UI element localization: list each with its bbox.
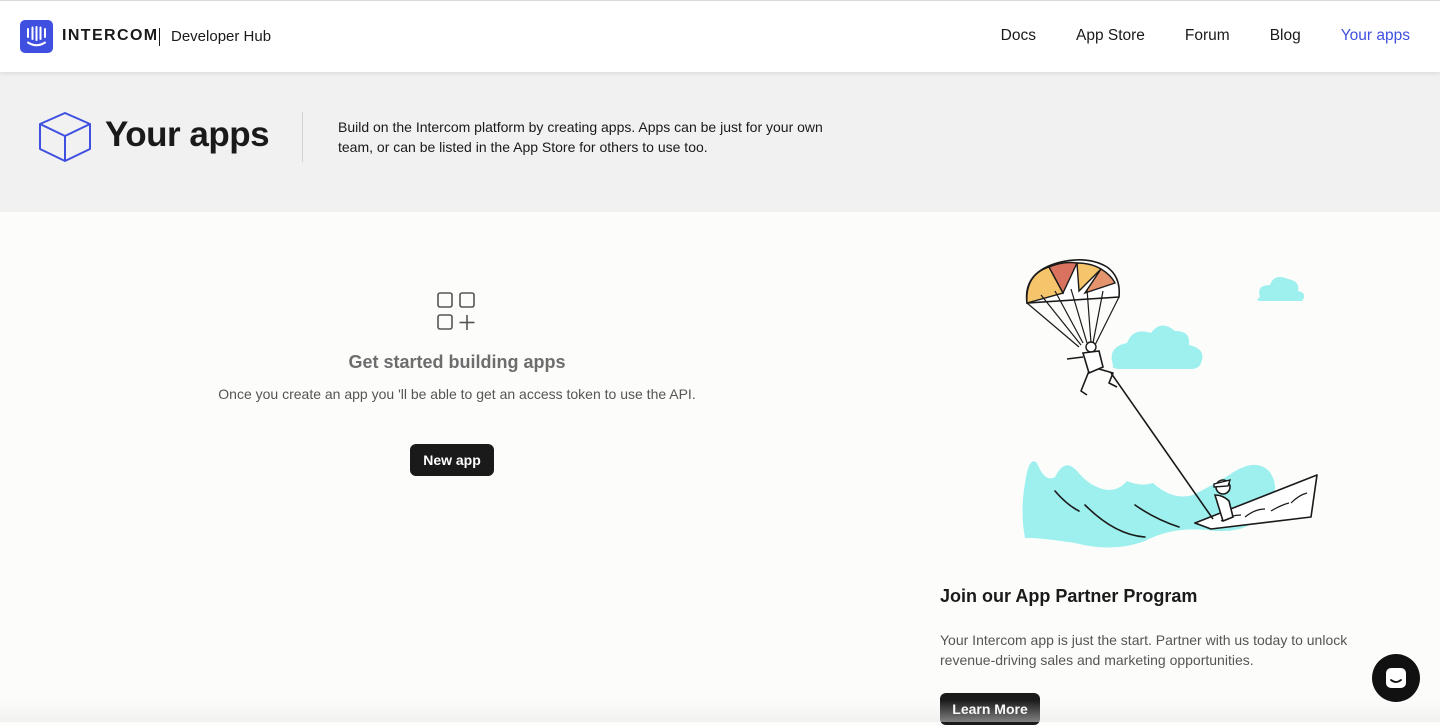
chat-launcher-button[interactable] — [1372, 654, 1420, 702]
intercom-logo-icon[interactable] — [20, 20, 53, 53]
header-divider — [302, 112, 303, 162]
nav-docs[interactable]: Docs — [1001, 27, 1036, 45]
cube-icon — [39, 112, 91, 162]
top-navigation-bar: INTERCOM Developer Hub Docs App Store Fo… — [0, 0, 1440, 72]
parasailing-illustration — [1022, 259, 1318, 548]
learn-more-button[interactable]: Learn More — [940, 693, 1040, 725]
nav-your-apps[interactable]: Your apps — [1341, 27, 1410, 45]
brand-divider — [159, 28, 160, 46]
new-app-button[interactable]: New app — [410, 444, 494, 476]
main-nav: Docs App Store Forum Blog Your apps — [1001, 27, 1410, 45]
page-title: Your apps — [105, 115, 270, 154]
partner-program-title: Join our App Partner Program — [940, 586, 1198, 606]
nav-forum[interactable]: Forum — [1185, 27, 1230, 45]
page-description: Build on the Intercom platform by creati… — [338, 119, 823, 155]
partner-program-description: Your Intercom app is just the start. Par… — [940, 632, 1348, 668]
nav-blog[interactable]: Blog — [1270, 27, 1301, 45]
apps-grid-plus-icon — [437, 292, 475, 330]
nav-app-store[interactable]: App Store — [1076, 27, 1145, 45]
empty-state-description: Once you create an app you 'll be able t… — [218, 386, 696, 402]
page-header: Your apps Build on the Intercom platform… — [0, 72, 1440, 212]
chat-icon — [1386, 668, 1406, 688]
brand-subtitle[interactable]: Developer Hub — [171, 28, 271, 45]
bottom-fade — [0, 700, 1440, 722]
brand-name[interactable]: INTERCOM — [62, 27, 159, 45]
empty-state-title: Get started building apps — [348, 352, 566, 372]
